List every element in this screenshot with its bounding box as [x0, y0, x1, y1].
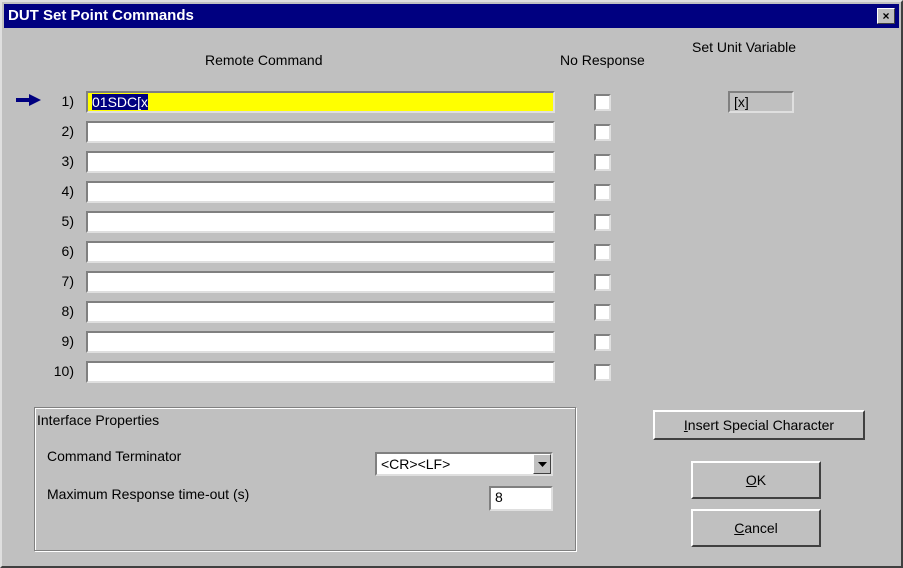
cancel-button[interactable]: Cancel: [691, 509, 821, 547]
set-unit-variable-field: [x]: [728, 91, 794, 113]
close-icon[interactable]: ×: [877, 8, 895, 24]
title-bar[interactable]: DUT Set Point Commands ×: [4, 4, 899, 28]
no-response-checkbox-4[interactable]: [594, 184, 611, 201]
no-response-checkbox-2[interactable]: [594, 124, 611, 141]
row-label: 9): [61, 333, 74, 349]
interface-properties-group: Interface Properties Command Terminator …: [34, 407, 576, 551]
accel-key: C: [734, 520, 745, 536]
no-response-checkbox-5[interactable]: [594, 214, 611, 231]
row-label: 6): [61, 243, 74, 259]
command-terminator-label: Command Terminator: [47, 448, 182, 464]
insert-special-character-button[interactable]: Insert Special Character: [653, 410, 865, 440]
timeout-input[interactable]: 8: [489, 486, 553, 511]
selected-value: <CR><LF>: [381, 456, 451, 472]
command-input-1[interactable]: 01SDC[x: [86, 91, 555, 113]
row-label: 4): [61, 183, 74, 199]
command-terminator-select[interactable]: <CR><LF>: [375, 452, 553, 476]
row-label: 1): [61, 93, 74, 109]
row-label: 10): [53, 363, 74, 379]
command-input-2[interactable]: [86, 121, 555, 143]
row-label: 5): [61, 213, 74, 229]
command-input-7[interactable]: [86, 271, 555, 293]
no-response-checkbox-7[interactable]: [594, 274, 611, 291]
dialog-window: DUT Set Point Commands × Remote Command …: [0, 0, 903, 568]
window-title: DUT Set Point Commands: [8, 7, 194, 24]
command-input-9[interactable]: [86, 331, 555, 353]
row-label: 2): [61, 123, 74, 139]
command-input-4[interactable]: [86, 181, 555, 203]
no-response-checkbox-9[interactable]: [594, 334, 611, 351]
timeout-label: Maximum Response time-out (s): [47, 486, 250, 502]
command-input-8[interactable]: [86, 301, 555, 323]
no-response-checkbox-10[interactable]: [594, 364, 611, 381]
ok-button[interactable]: OK: [691, 461, 821, 499]
command-input-6[interactable]: [86, 241, 555, 263]
command-input-3[interactable]: [86, 151, 555, 173]
row-label: 7): [61, 273, 74, 289]
set-unit-variable-header: Set Unit Variable: [692, 39, 797, 55]
group-title: Interface Properties: [37, 412, 160, 428]
command-input-10[interactable]: [86, 361, 555, 383]
no-response-checkbox-6[interactable]: [594, 244, 611, 261]
chevron-down-icon[interactable]: [533, 454, 551, 474]
remote-command-header: Remote Command: [205, 52, 323, 68]
button-label: ancel: [744, 520, 778, 536]
accel-key: O: [745, 472, 757, 488]
row-label: 8): [61, 303, 74, 319]
no-response-checkbox-1[interactable]: [594, 94, 611, 111]
no-response-checkbox-3[interactable]: [594, 154, 611, 171]
row-label: 3): [61, 153, 74, 169]
button-label: nsert Special Character: [687, 417, 835, 433]
command-input-5[interactable]: [86, 211, 555, 233]
button-label: K: [756, 472, 767, 488]
no-response-header: No Response: [560, 52, 645, 68]
no-response-checkbox-8[interactable]: [594, 304, 611, 321]
arrow-right-icon: [16, 94, 41, 106]
command-value: 01SDC[x: [92, 94, 149, 110]
